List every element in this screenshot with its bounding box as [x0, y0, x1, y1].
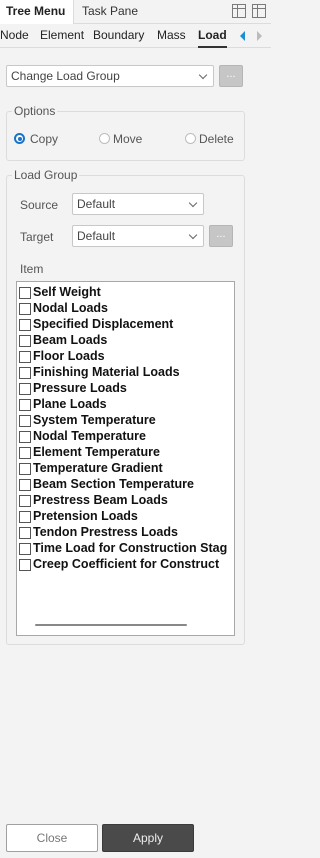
- tab-load[interactable]: Load: [198, 24, 227, 48]
- source-value: Default: [77, 197, 116, 211]
- item-label-text: Pressure Loads: [33, 381, 127, 395]
- checkbox[interactable]: [19, 287, 31, 299]
- tab-tree-menu[interactable]: Tree Menu: [0, 0, 74, 24]
- apply-button[interactable]: Apply: [102, 824, 194, 852]
- target-select[interactable]: Default: [72, 225, 204, 247]
- item-label-text: Creep Coefficient for Construct: [33, 557, 220, 571]
- horizontal-scrollbar[interactable]: [35, 624, 187, 626]
- checkbox[interactable]: [19, 447, 31, 459]
- chevron-down-icon: [188, 198, 198, 208]
- item-list[interactable]: Self Weight Nodal Loads Specified Displa…: [16, 281, 235, 636]
- item-label-text: Temperature Gradient: [33, 461, 163, 475]
- item-label-text: Specified Displacement: [33, 317, 174, 331]
- item-label-text: Prestress Beam Loads: [33, 493, 168, 507]
- checkbox[interactable]: [19, 543, 31, 555]
- item-label-text: Element Temperature: [33, 445, 160, 459]
- item-label-text: Self Weight: [33, 285, 101, 299]
- move-label: Move: [113, 132, 143, 146]
- tab-node[interactable]: Node: [0, 24, 29, 48]
- item-label-text: Time Load for Construction Stag: [33, 541, 228, 555]
- item-label-text: Pretension Loads: [33, 509, 138, 523]
- checkbox[interactable]: [19, 383, 31, 395]
- top-tab-bar: Tree Menu Task Pane: [0, 0, 271, 24]
- scroll-left-icon[interactable]: [240, 31, 245, 41]
- checkbox[interactable]: [19, 559, 31, 571]
- target-label: Target: [20, 230, 54, 244]
- checkbox[interactable]: [19, 495, 31, 507]
- delete-radio[interactable]: [185, 133, 196, 144]
- checkbox[interactable]: [19, 399, 31, 411]
- item-label-text: Beam Loads: [33, 333, 108, 347]
- source-select[interactable]: Default: [72, 193, 204, 215]
- item-label-text: Plane Loads: [33, 397, 107, 411]
- layout-icon[interactable]: [232, 4, 246, 18]
- item-label-text: Nodal Loads: [33, 301, 109, 315]
- checkbox[interactable]: [19, 415, 31, 427]
- checkbox[interactable]: [19, 367, 31, 379]
- options-legend: Options: [12, 104, 58, 118]
- item-label-text: Floor Loads: [33, 349, 105, 363]
- tab-task-pane[interactable]: Task Pane: [82, 0, 138, 24]
- checkbox[interactable]: [19, 463, 31, 475]
- change-load-group-select[interactable]: Change Load Group: [6, 65, 214, 87]
- checkbox[interactable]: [19, 351, 31, 363]
- chevron-down-icon: [188, 230, 198, 240]
- copy-label: Copy: [30, 132, 59, 146]
- checkbox[interactable]: [19, 511, 31, 523]
- tab-boundary[interactable]: Boundary: [93, 24, 144, 48]
- checkbox[interactable]: [19, 431, 31, 443]
- item-label-text: Nodal Temperature: [33, 429, 146, 443]
- category-tab-bar: Node Element Boundary Mass Load: [0, 24, 271, 48]
- change-load-group-value: Change Load Group: [11, 69, 120, 83]
- change-load-group-more-button[interactable]: ...: [219, 65, 243, 87]
- item-label-text: System Temperature: [33, 413, 156, 427]
- scroll-right-icon[interactable]: [257, 31, 262, 41]
- item-label: Item: [20, 262, 44, 276]
- item-label-text: Tendon Prestress Loads: [33, 525, 178, 539]
- item-label-text: Beam Section Temperature: [33, 477, 194, 491]
- checkbox[interactable]: [19, 303, 31, 315]
- close-button[interactable]: Close: [6, 824, 98, 852]
- tab-mass[interactable]: Mass: [157, 24, 186, 48]
- copy-radio[interactable]: [14, 133, 25, 144]
- tab-element[interactable]: Element: [40, 24, 84, 48]
- chevron-down-icon: [198, 70, 208, 80]
- target-value: Default: [77, 229, 116, 243]
- delete-label: Delete: [199, 132, 234, 146]
- target-more-button[interactable]: ...: [209, 225, 233, 247]
- item-label-text: Finishing Material Loads: [33, 365, 180, 379]
- checkbox[interactable]: [19, 527, 31, 539]
- checkbox[interactable]: [19, 335, 31, 347]
- dock-icon[interactable]: [252, 4, 266, 18]
- checkbox[interactable]: [19, 319, 31, 331]
- checkbox[interactable]: [19, 479, 31, 491]
- move-radio[interactable]: [99, 133, 110, 144]
- source-label: Source: [20, 198, 59, 212]
- load-group-legend: Load Group: [12, 168, 80, 182]
